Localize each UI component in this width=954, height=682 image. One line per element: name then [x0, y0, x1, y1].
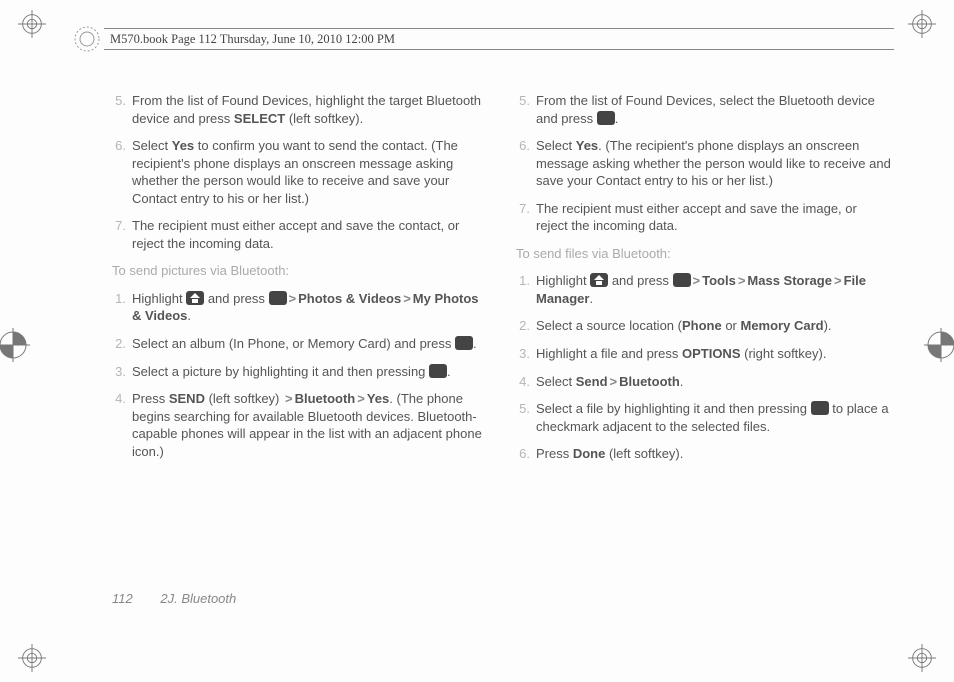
item-number: 5. — [112, 92, 132, 127]
crop-mark-icon — [908, 644, 936, 672]
registration-mark-icon — [0, 328, 30, 362]
list-item: 5. Select a file by highlighting it and … — [516, 400, 892, 435]
list-item: 4. Select Send>Bluetooth. — [516, 373, 892, 391]
ok-key-icon — [811, 401, 829, 415]
crop-mark-icon — [908, 10, 936, 38]
sub-heading: To send files via Bluetooth: — [516, 245, 892, 263]
section-title: 2J. Bluetooth — [160, 591, 236, 606]
chevron-right-icon: > — [287, 291, 299, 306]
ok-key-icon — [597, 111, 615, 125]
crop-mark-icon — [18, 644, 46, 672]
chevron-right-icon: > — [283, 391, 295, 406]
header-ornament-icon — [72, 24, 102, 54]
chevron-right-icon: > — [832, 273, 844, 288]
left-column: 5. From the list of Found Devices, highl… — [112, 92, 488, 610]
list-item: 3. Highlight a file and press OPTIONS (r… — [516, 345, 892, 363]
header-text: M570.book Page 112 Thursday, June 10, 20… — [110, 32, 395, 47]
chevron-right-icon: > — [608, 374, 620, 389]
list-item: 1. Highlight and press >Photos & Videos>… — [112, 290, 488, 325]
chevron-right-icon: > — [736, 273, 748, 288]
ok-key-icon — [455, 336, 473, 350]
list-item: 1. Highlight and press >Tools>Mass Stora… — [516, 272, 892, 307]
list-item: 3. Select a picture by highlighting it a… — [112, 363, 488, 381]
chevron-right-icon: > — [691, 273, 703, 288]
ok-key-icon — [673, 273, 691, 287]
ok-key-icon — [429, 364, 447, 378]
home-icon — [186, 291, 204, 305]
right-column: 5. From the list of Found Devices, selec… — [516, 92, 892, 610]
ok-key-icon — [269, 291, 287, 305]
home-icon — [590, 273, 608, 287]
crop-mark-icon — [18, 10, 46, 38]
list-item: 7. The recipient must either accept and … — [112, 217, 488, 252]
list-item: 6. Select Yes to confirm you want to sen… — [112, 137, 488, 207]
chevron-right-icon: > — [401, 291, 413, 306]
registration-mark-icon — [924, 328, 954, 362]
page-header: M570.book Page 112 Thursday, June 10, 20… — [104, 28, 894, 50]
list-item: 4. Press SEND (left softkey) >Bluetooth>… — [112, 390, 488, 460]
list-item: 5. From the list of Found Devices, highl… — [112, 92, 488, 127]
list-item: 2. Select a source location (Phone or Me… — [516, 317, 892, 335]
list-item: 2. Select an album (In Phone, or Memory … — [112, 335, 488, 353]
page-footer: 112 2J. Bluetooth — [112, 591, 236, 606]
sub-heading: To send pictures via Bluetooth: — [112, 262, 488, 280]
chevron-right-icon: > — [355, 391, 367, 406]
list-item: 7. The recipient must either accept and … — [516, 200, 892, 235]
list-item: 6. Select Yes. (The recipient's phone di… — [516, 137, 892, 190]
list-item: 6. Press Done (left softkey). — [516, 445, 892, 463]
list-item: 5. From the list of Found Devices, selec… — [516, 92, 892, 127]
page-number: 112 — [112, 591, 133, 606]
page-body: 5. From the list of Found Devices, highl… — [112, 92, 892, 610]
